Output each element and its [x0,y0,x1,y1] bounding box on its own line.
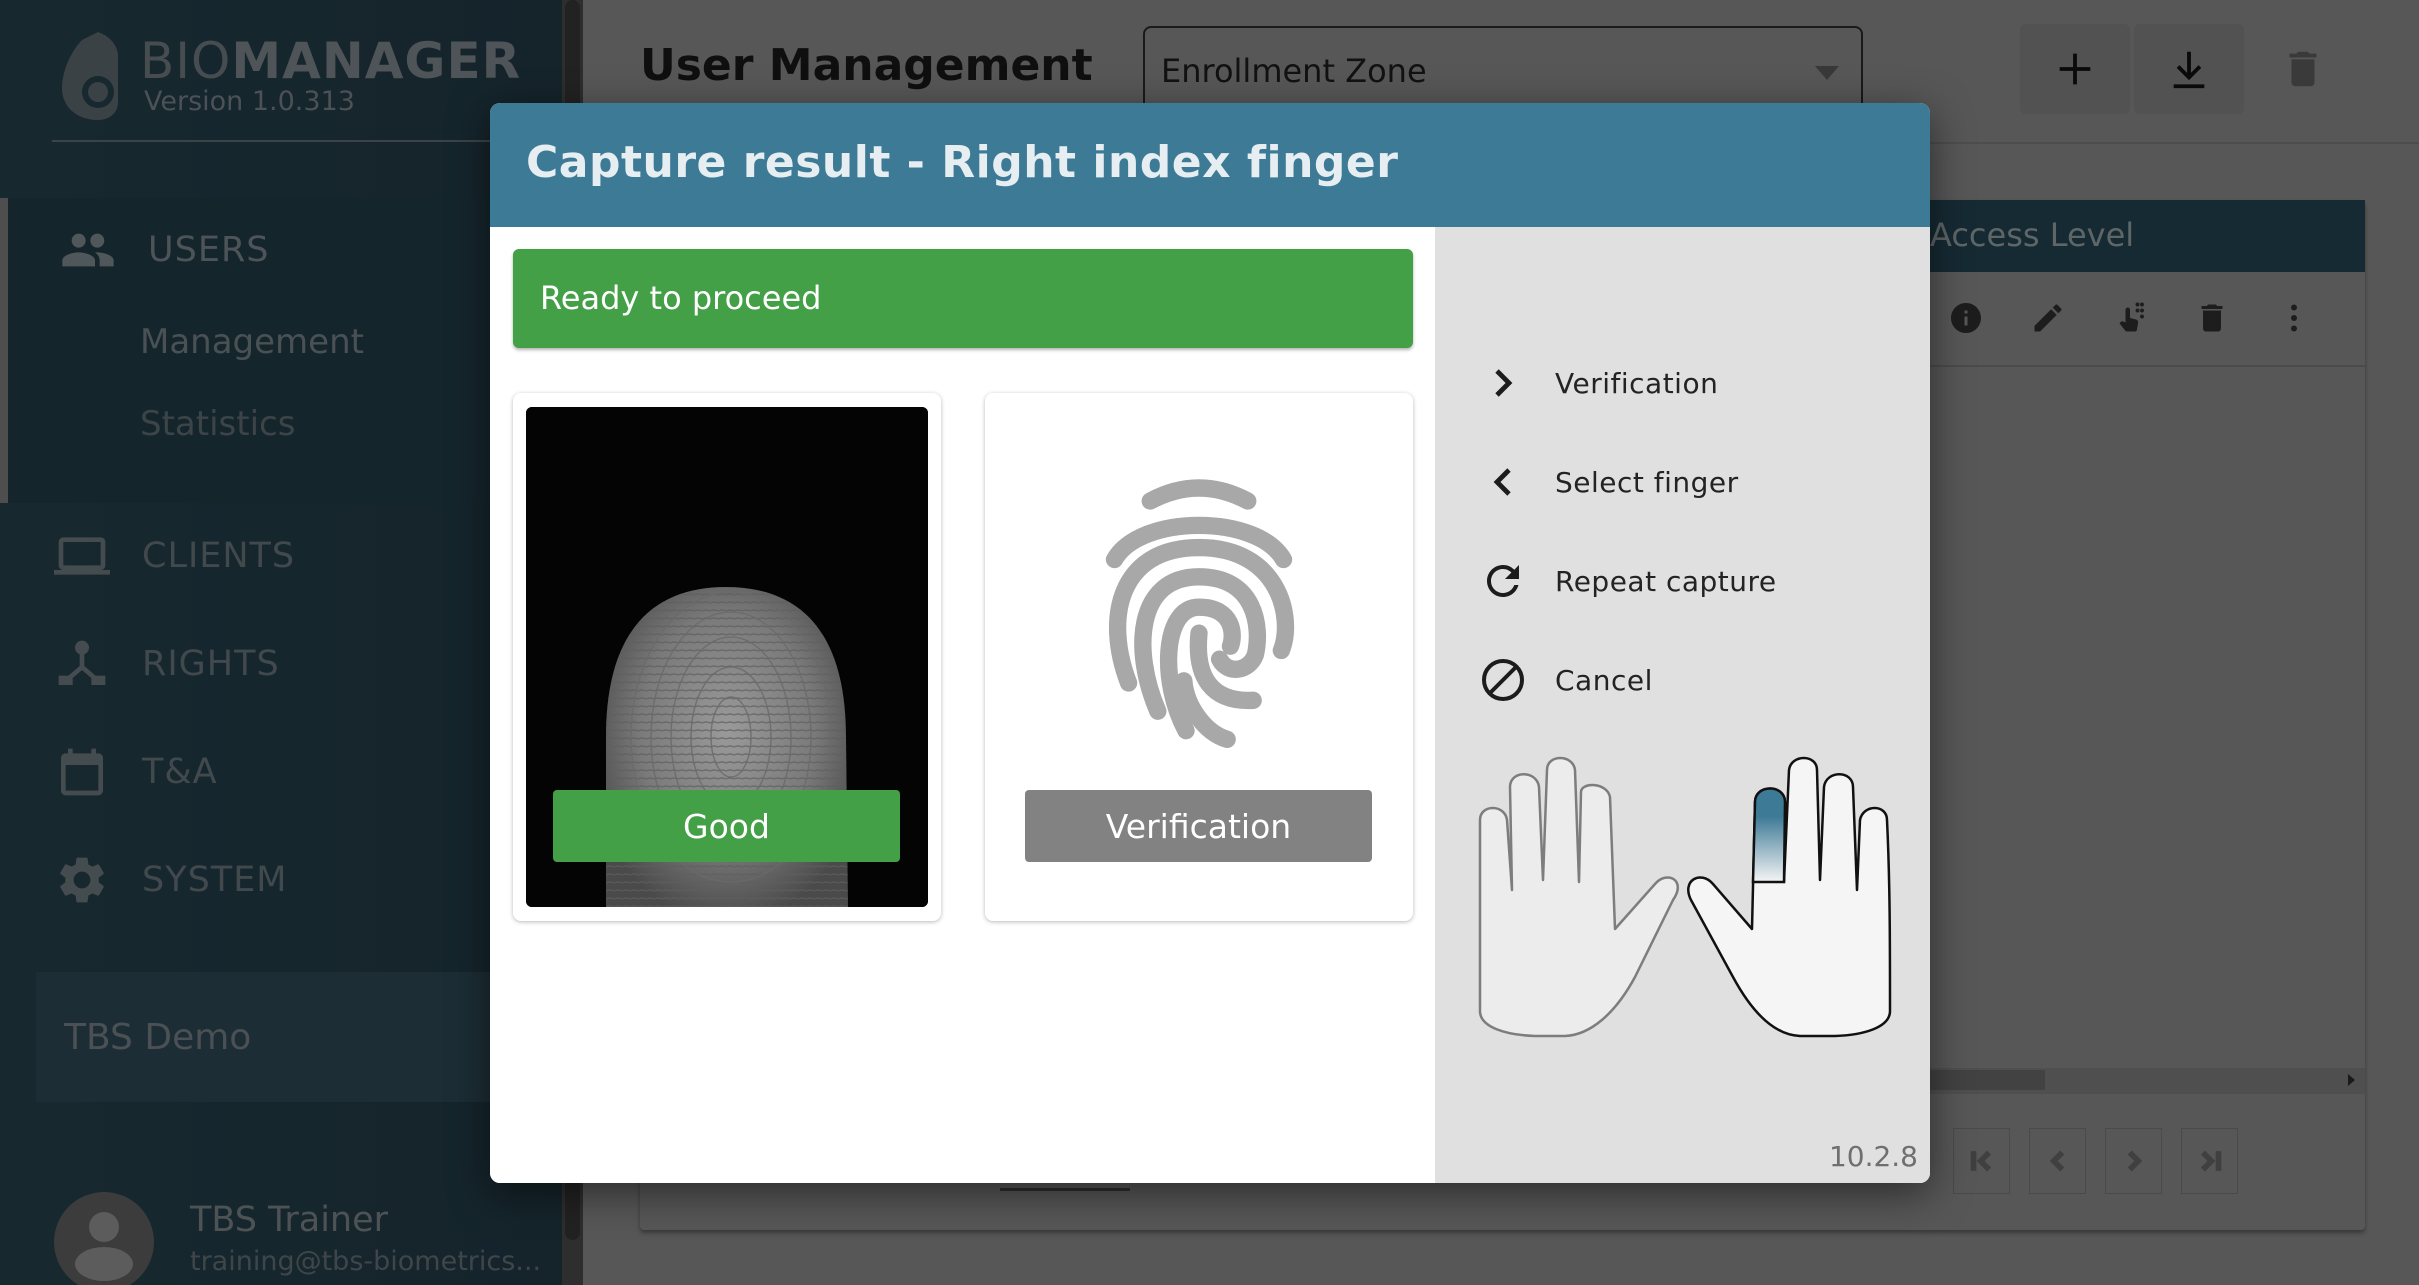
trash-icon[interactable] [2194,300,2230,336]
divider [52,140,492,142]
verification-card: Verification [985,393,1413,921]
sidebar: BIOMANAGER Version 1.0.313 USERS Managem… [0,0,562,1285]
chevron-right-icon [1495,369,1513,397]
download-button[interactable] [2134,24,2244,114]
user-email: training@tbs-biometrics... [190,1246,542,1277]
info-icon[interactable] [1948,300,1984,336]
last-page-icon [2200,1150,2221,1172]
quality-good-badge: Good [553,790,900,862]
chevron-left-icon [1493,468,1511,496]
divider [1000,1188,1130,1191]
cancel-icon [1482,659,1524,701]
user-name: TBS Trainer [190,1200,389,1240]
plus-icon [2059,53,2091,85]
sidebar-item-label: RIGHTS [142,644,280,684]
menu-item-label: Repeat capture [1555,564,1777,598]
menu-item-repeat-capture[interactable]: Repeat capture [1435,541,1930,621]
laptop-icon [54,537,110,575]
nav-active-indicator [0,198,8,503]
hierarchy-icon [58,640,106,685]
sidebar-item-users[interactable]: USERS [60,222,269,278]
add-user-button[interactable] [2020,24,2130,114]
dialog-header: Capture result - Right index finger [490,103,1930,227]
capture-result-dialog: Capture result - Right index finger Read… [490,103,1930,1183]
column-header-access-level[interactable]: Access Level [1930,216,2134,254]
sidebar-item-system[interactable]: SYSTEM [54,852,288,908]
sidebar-item-ta[interactable]: T&A [54,744,218,800]
page-title: User Management [640,40,1093,91]
sidebar-item-clients[interactable]: CLIENTS [54,528,295,584]
sdk-version: 10.2.8 [1828,1140,1918,1173]
prev-page-button[interactable] [2029,1128,2086,1194]
last-page-button[interactable] [2181,1128,2238,1194]
enroll-finger-icon[interactable] [2112,300,2148,336]
selected-finger-right-index[interactable] [1751,787,1787,884]
trash-icon [2289,51,2317,87]
dialog-actions-panel: Verification Select finger Repeat captur… [1435,227,1930,1183]
dropdown-arrow-icon [1815,66,1839,80]
sidebar-item-label: USERS [148,230,270,270]
sidebar-item-label: T&A [142,752,218,792]
menu-item-cancel[interactable]: Cancel [1435,640,1930,720]
user-profile[interactable]: TBS Trainer training@tbs-biometrics... [0,1140,562,1285]
prev-page-icon [2049,1150,2064,1172]
zone-select-value: Enrollment Zone [1161,52,1427,90]
avatar [54,1192,154,1285]
person-icon [75,1212,133,1281]
next-page-icon [2127,1150,2142,1172]
organization-selector[interactable]: TBS Demo [36,972,526,1102]
organization-name: TBS Demo [64,1016,252,1058]
delete-button[interactable] [2248,24,2358,114]
sidebar-item-label: CLIENTS [142,536,296,576]
next-page-button[interactable] [2105,1128,2162,1194]
app-version: Version 1.0.313 [144,86,355,117]
pagination [1953,1128,2238,1194]
sidebar-item-rights[interactable]: RIGHTS [54,636,280,692]
fingerprint-icon [1105,479,1295,748]
verification-status-button[interactable]: Verification [1025,790,1372,862]
row-actions [1948,300,2312,336]
status-banner: Ready to proceed [513,249,1413,348]
dialog-content: Ready to proceed Good Verification [490,227,1435,1183]
more-vert-icon[interactable] [2276,300,2312,336]
brand-name: BIOMANAGER [140,32,522,90]
menu-item-label: Cancel [1555,663,1653,697]
sidebar-item-label: SYSTEM [142,860,288,900]
right-hand-icon[interactable] [1687,756,1892,1038]
calendar-icon [61,748,103,796]
first-page-icon [1970,1150,1991,1172]
left-hand-icon[interactable] [1478,756,1679,1038]
capture-image-card: Good [513,393,941,921]
users-icon [62,233,114,267]
menu-item-select-finger[interactable]: Select finger [1435,442,1930,522]
refresh-icon [1487,565,1519,597]
download-icon [2173,51,2205,89]
menu-item-label: Verification [1555,366,1719,400]
menu-item-label: Select finger [1555,465,1739,499]
sidebar-subitem-statistics[interactable]: Statistics [140,404,295,444]
scroll-right-arrow-icon[interactable] [2348,1074,2355,1086]
status-text: Ready to proceed [540,279,822,317]
menu-item-verification[interactable]: Verification [1435,343,1930,423]
gear-icon [60,857,104,903]
sidebar-subitem-management[interactable]: Management [140,322,364,362]
finger-selector-hands [1478,756,1892,1038]
first-page-button[interactable] [1953,1128,2010,1194]
edit-icon[interactable] [2030,300,2066,336]
dialog-title: Capture result - Right index finger [526,137,1399,188]
